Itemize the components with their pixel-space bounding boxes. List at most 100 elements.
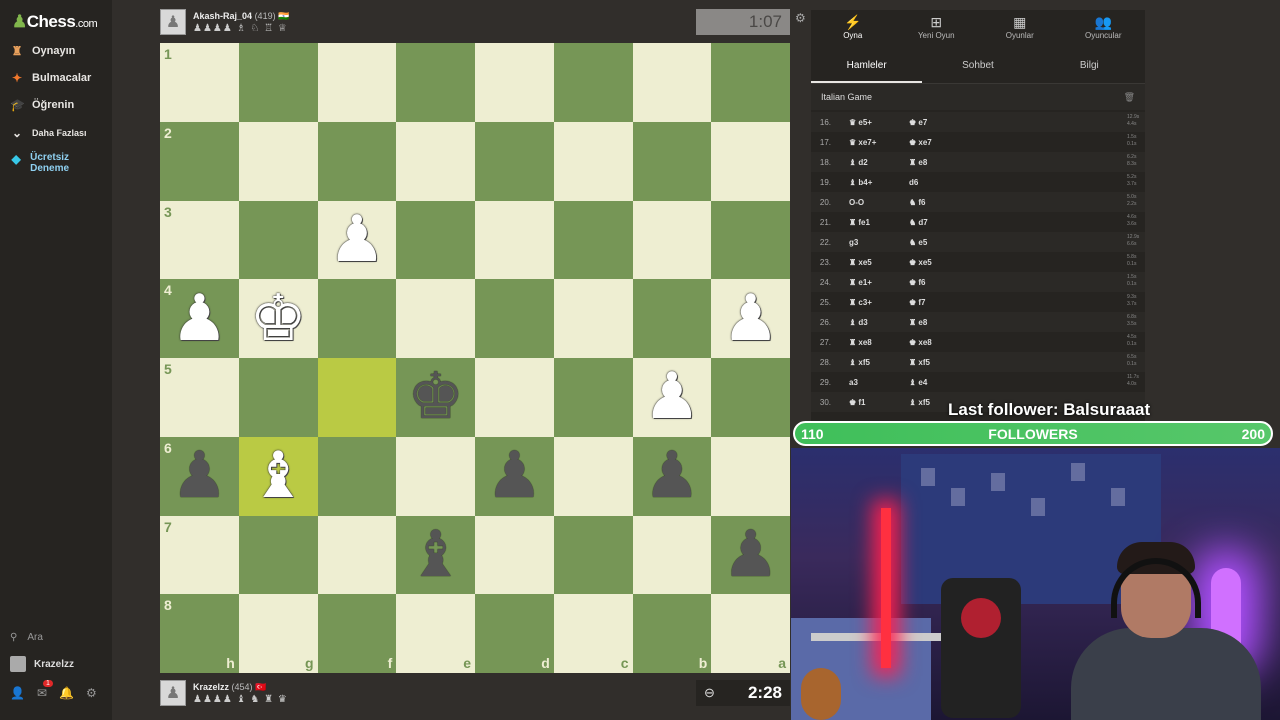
player-avatar[interactable]: ♟	[160, 680, 186, 706]
board-square[interactable]: ♟	[317, 200, 397, 280]
board-square[interactable]: 5	[160, 358, 239, 437]
tab-players[interactable]: 👥 Oyuncular	[1062, 10, 1146, 48]
board-square[interactable]: ♟	[632, 436, 712, 516]
board-square[interactable]: 6 ♟	[160, 436, 239, 516]
chess-piece[interactable]: ♝	[249, 444, 306, 508]
nav-learn[interactable]: 🎓 Öğrenin	[10, 98, 74, 112]
black-move[interactable]: ♞ f6	[901, 198, 961, 207]
black-move[interactable]: ♚ e7	[901, 118, 961, 127]
board-square[interactable]: ♟	[711, 515, 790, 595]
white-move[interactable]: ♛ e5+	[839, 118, 901, 127]
board-square[interactable]	[317, 515, 397, 595]
board-square[interactable]	[475, 358, 554, 437]
board-square[interactable]	[238, 121, 318, 201]
nav-play[interactable]: ♜ Oynayın	[10, 44, 76, 58]
nav-free-trial[interactable]: ◆ Ücretsiz Deneme	[10, 152, 100, 174]
black-move[interactable]: ♞ e5	[901, 238, 961, 247]
board-square[interactable]: b	[632, 594, 712, 673]
tab-new-game[interactable]: ⊞ Yeni Oyun	[895, 10, 979, 48]
board-square[interactable]	[553, 43, 633, 122]
trash-icon[interactable]: 🗑	[1124, 84, 1135, 110]
chess-piece[interactable]: ♝	[407, 523, 464, 587]
board-square[interactable]	[553, 358, 633, 437]
board-square[interactable]	[632, 121, 712, 201]
white-move[interactable]: ♜ fe1	[839, 218, 901, 227]
bell-icon[interactable]: 🔔	[59, 686, 74, 700]
black-move[interactable]: ♚ f7	[901, 298, 961, 307]
black-move[interactable]: ♜ xf5	[901, 358, 961, 367]
board-square[interactable]	[475, 121, 554, 201]
board-square[interactable]	[553, 515, 633, 595]
white-move[interactable]: ♝ d2	[839, 158, 901, 167]
tab-games[interactable]: ▦ Oyunlar	[978, 10, 1062, 48]
white-move[interactable]: ♝ b4+	[839, 178, 901, 187]
board-square[interactable]: a	[711, 594, 790, 673]
board-square[interactable]	[396, 43, 475, 122]
chess-piece[interactable]: ♟	[643, 444, 700, 508]
chess-piece[interactable]: ♚	[249, 287, 306, 351]
chess-piece[interactable]: ♟	[722, 287, 779, 351]
board-square[interactable]: 3	[160, 200, 239, 280]
white-move[interactable]: ♝ d3	[839, 318, 901, 327]
board-square[interactable]	[317, 121, 397, 201]
board-square[interactable]	[632, 200, 712, 280]
board-square[interactable]: g	[238, 594, 318, 673]
board-square[interactable]	[238, 43, 318, 122]
board-square[interactable]	[711, 436, 790, 516]
opponent-name[interactable]: Akash-Raj_04 (419) 🇮🇳	[193, 11, 289, 22]
white-move[interactable]: ♜ xe8	[839, 338, 901, 347]
chess-piece[interactable]: ♟	[328, 208, 385, 272]
black-move[interactable]: ♝ e4	[901, 378, 961, 387]
gear-icon[interactable]: ⚙	[86, 686, 97, 700]
board-square[interactable]	[553, 436, 633, 516]
board-square[interactable]	[396, 436, 475, 516]
chess-piece[interactable]: ♟	[643, 365, 700, 429]
board-square[interactable]	[632, 279, 712, 358]
opponent-avatar[interactable]: ♟	[160, 9, 186, 35]
black-move[interactable]: ♚ f6	[901, 278, 961, 287]
nav-more[interactable]: ⌄ Daha Fazlası	[10, 126, 87, 140]
chess-logo[interactable]: ♟Chess.com	[12, 12, 98, 32]
chess-piece[interactable]: ♟	[171, 287, 228, 351]
white-move[interactable]: ♜ xe5	[839, 258, 901, 267]
tab-info[interactable]: Bilgi	[1034, 48, 1145, 83]
tab-moves[interactable]: Hamleler	[811, 48, 923, 83]
board-square[interactable]	[711, 43, 790, 122]
player-name[interactable]: Krazelzz (454) 🇹🇷	[193, 682, 266, 693]
board-square[interactable]: ♟	[711, 279, 790, 358]
white-move[interactable]: g3	[839, 238, 901, 247]
board-square[interactable]	[475, 200, 554, 280]
chess-piece[interactable]: ♟	[171, 444, 228, 508]
gear-icon[interactable]: ⚙	[795, 11, 806, 25]
black-move[interactable]: ♜ e8	[901, 318, 961, 327]
tab-play[interactable]: ⚡ Oyna	[811, 10, 895, 48]
white-move[interactable]: a3	[839, 378, 901, 387]
board-square[interactable]: 2	[160, 121, 239, 201]
board-square[interactable]	[396, 279, 475, 358]
black-move[interactable]: ♞ d7	[901, 218, 961, 227]
board-square[interactable]: ♟	[475, 436, 554, 516]
friends-icon[interactable]: 👤	[10, 686, 25, 700]
board-square[interactable]	[475, 515, 554, 595]
board-square[interactable]	[396, 121, 475, 201]
white-move[interactable]: ♜ e1+	[839, 278, 901, 287]
board-square[interactable]	[475, 279, 554, 358]
black-move[interactable]: d6	[901, 178, 961, 187]
nav-puzzles[interactable]: ✦ Bulmacalar	[10, 71, 91, 85]
black-move[interactable]: ♚ xe7	[901, 138, 961, 147]
white-move[interactable]: ♛ xe7+	[839, 138, 901, 147]
board-square[interactable]	[238, 358, 318, 437]
white-move[interactable]: ♝ xf5	[839, 358, 901, 367]
board-square[interactable]: f	[317, 594, 397, 673]
board-square[interactable]: ♚	[396, 358, 475, 437]
board-square[interactable]	[238, 515, 318, 595]
white-move[interactable]: O-O	[839, 198, 901, 207]
board-square[interactable]: 4 ♟	[160, 279, 239, 358]
board-square[interactable]: c	[553, 594, 633, 673]
nav-user[interactable]: Krazelzz	[10, 656, 74, 672]
board-square[interactable]	[711, 358, 790, 437]
board-square[interactable]	[711, 121, 790, 201]
tab-chat[interactable]: Sohbet	[922, 48, 1033, 83]
board-square[interactable]	[553, 279, 633, 358]
board-square[interactable]: ♟	[632, 358, 712, 437]
